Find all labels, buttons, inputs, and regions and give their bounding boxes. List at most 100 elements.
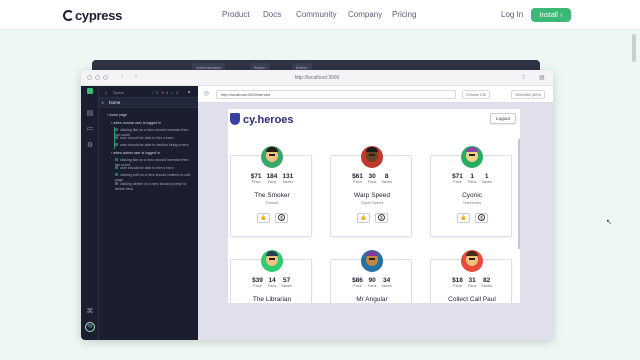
runner-toolbar: ▯ Specs ✓ 2 ✕ 0 ○ 4 ■ [99,86,198,98]
specs-icon[interactable]: ▤ [86,110,94,118]
stat-value: $86 [352,277,363,284]
arrow-right-icon: › [559,11,563,19]
nav-product[interactable]: Product [222,10,250,19]
like-button[interactable]: 👍 [257,213,270,223]
stat-label: Price [453,180,462,184]
test-title: clicking delete on a hero should prompt … [115,182,187,191]
hire-button[interactable]: $ [275,213,288,223]
stat-label: Saves [281,284,292,288]
test-case[interactable]: clicking delete on a hero should prompt … [115,182,194,191]
hire-button[interactable]: $ [475,213,488,223]
test-title: home page [109,113,128,117]
specs-label[interactable]: Specs [113,90,124,95]
stat-value: 57 [283,277,291,284]
avatar-hair [466,251,478,256]
nav-community[interactable]: Community [296,10,336,19]
hero-stats: $18 Price 31 Fans 82 Saves [431,277,513,289]
browser-url[interactable]: http://localhost:3000 [281,73,353,83]
app-under-test: ◎ http://localhost:3000/heroes Chrome 10… [198,86,553,340]
specs-list-icon[interactable]: ▯ [105,90,107,95]
runs-icon[interactable]: ≔ [86,126,94,134]
hero-fans: 30 Fans [368,173,376,185]
test-suite[interactable]: › when normal user is logged in [111,121,194,126]
stat-label: Price [353,180,362,184]
pending-status-icon [115,143,118,146]
stop-icon[interactable]: ■ [188,89,190,94]
hero-card[interactable]: $39Price14Fans57SavesThe LibrarianSuper … [230,250,313,303]
browser-selector[interactable]: Chrome 106 [462,90,490,99]
spec-file-header[interactable]: ▸ home [99,98,198,108]
stat-label: Saves [481,180,492,184]
like-button[interactable]: 👍 [457,213,470,223]
hire-button[interactable]: $ [375,213,388,223]
stat-value: $71 [250,173,262,180]
hero-avatar [461,146,483,168]
back-arrow-icon[interactable]: ‹ [121,74,123,80]
logout-button[interactable]: Logout [490,113,516,124]
test-title: user should be able to hire a hero [120,136,174,140]
thumbs-up-icon: 👍 [460,215,467,221]
page-scrollbar[interactable] [632,34,636,62]
pass-count: 2 [156,90,159,95]
stat-value: 90 [368,277,376,284]
avatar-hair [266,251,278,256]
mouse-cursor-icon: ↖ [606,219,612,226]
app-brand[interactable]: cy.heroes [230,113,294,126]
hero-power: Fireball [265,201,279,205]
test-case[interactable]: user should be able to decline hiring a … [115,143,194,148]
fail-count: 0 [166,90,169,95]
test-case[interactable]: clicking edit on a hero should redirect … [115,173,194,182]
stat-label: Fans [467,180,477,184]
window-close-dot[interactable] [87,75,92,80]
test-title: user should be able to hire a hero [120,166,174,170]
aut-toolbar: ◎ http://localhost:3000/heroes Chrome 10… [198,86,553,103]
nav-company[interactable]: Company [348,10,382,19]
share-icon[interactable]: ⇪ [521,74,526,81]
running-indicator [114,127,115,149]
install-label: Install [539,11,558,19]
dollar-icon: $ [278,214,285,221]
stat-label: Fans [267,180,277,184]
hero-name: Mr Angular [356,296,388,303]
stat-label: Price [253,284,262,288]
stat-value: $18 [452,277,463,284]
install-button[interactable]: Install › [531,8,571,22]
hero-stats: $71 Price 184 Fans 131 Saves [231,173,313,185]
hero-card[interactable]: $86Price90Fans34SavesMr AngularSuper Str… [330,250,412,303]
test-suite[interactable]: › home page [107,113,194,118]
hero-avatar [361,146,383,168]
nav-docs[interactable]: Docs [263,10,281,19]
hero-power: Telekinesis [462,201,482,205]
selector-playground-icon[interactable]: ◎ [204,90,209,97]
avatar-hair [366,251,378,256]
hero-name: Cyonic [462,192,482,199]
test-case[interactable]: user should be able to hire a hero [115,136,194,141]
cypress-runner-logo-icon: cy [85,322,95,332]
hero-card[interactable]: $61 Price 30 Fans 8 Saves Warp Speed Super Spee… [330,146,412,237]
forward-arrow-icon[interactable]: › [135,74,137,80]
hero-stats: $39 Price 14 Fans 57 Saves [231,277,313,289]
like-button[interactable]: 👍 [357,213,370,223]
fail-x-icon: ✕ [161,90,165,95]
aut-url[interactable]: http://localhost:3000/heroes [216,90,456,99]
hero-card[interactable]: $18Price31Fans82SavesCollect Call PaulIn… [430,250,513,303]
pending-status-icon [115,182,118,185]
login-link[interactable]: Log In [501,10,523,19]
settings-gear-icon[interactable]: ⚙ [86,142,94,150]
hero-name: The Librarian [252,296,292,303]
hero-price: $61 Price [352,173,363,185]
stat-value: 8 [384,173,389,180]
test-suite[interactable]: › when admin user is logged in [111,151,194,156]
stat-value: 30 [368,173,376,180]
project-icon[interactable] [87,88,93,94]
hero-card[interactable]: $71 Price 184 Fans 131 Saves The Smoker Firebal… [230,146,313,237]
hero-card[interactable]: $71 Price 1 Fans 1 Saves Cyonic Telekinesis 👍 $ [430,146,512,237]
tabs-icon[interactable]: ▦ [539,74,545,81]
window-maximize-dot[interactable] [103,75,108,80]
nav-pricing[interactable]: Pricing [392,10,416,19]
keyboard-shortcuts-icon[interactable]: ⌘ [86,308,94,316]
app-scrollbar[interactable] [518,139,520,249]
test-case[interactable]: user should be able to hire a hero [115,166,194,171]
cypress-logo[interactable]: cypress [63,8,122,23]
window-minimize-dot[interactable] [95,75,100,80]
